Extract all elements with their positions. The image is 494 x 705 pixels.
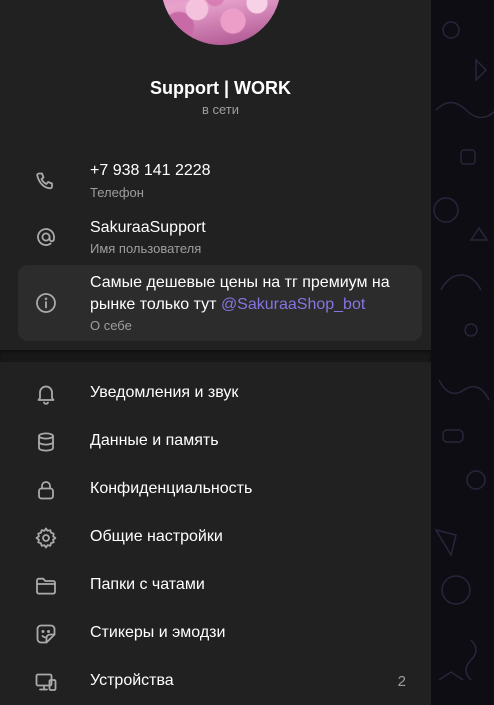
- bio-label: О себе: [90, 318, 132, 333]
- menu-item-data[interactable]: Данные и память: [18, 420, 422, 464]
- chat-wallpaper: [431, 0, 494, 705]
- devices-count-badge: 2: [397, 673, 406, 690]
- bio-mention-link[interactable]: @SakuraaShop_bot: [221, 296, 365, 313]
- profile-status: в сети: [201, 102, 240, 117]
- bio-line-2: рынке только тут @SakuraaShop_bot: [90, 294, 365, 316]
- phone-label: Телефон: [90, 185, 144, 200]
- menu-item-devices[interactable]: Устройства 2: [18, 660, 422, 704]
- folder-icon: [34, 574, 58, 598]
- username-value: SakuraaSupport: [90, 219, 206, 236]
- info-row-phone[interactable]: +7 938 141 2228 Телефон: [18, 150, 422, 204]
- menu-label: Устройства: [90, 672, 174, 689]
- bell-icon: [34, 382, 58, 406]
- menu-item-chat-folders[interactable]: Папки с чатами: [18, 564, 422, 608]
- sticker-icon: [34, 622, 58, 646]
- menu-label: Папки с чатами: [90, 576, 205, 593]
- info-row-username[interactable]: SakuraaSupport Имя пользователя: [18, 208, 422, 262]
- lock-icon: [34, 478, 58, 502]
- gear-icon: [34, 526, 58, 550]
- info-row-bio[interactable]: Самые дешевые цены на тг премиум на рынк…: [18, 265, 422, 341]
- profile-avatar[interactable]: [161, 0, 281, 45]
- menu-label: Общие настройки: [90, 528, 223, 545]
- menu-item-stickers[interactable]: Стикеры и эмодзи: [18, 612, 422, 656]
- menu-label: Данные и память: [90, 432, 219, 449]
- bio-line-1: Самые дешевые цены на тг премиум на: [90, 274, 390, 291]
- menu-label: Конфиденциальность: [90, 480, 253, 497]
- menu-item-notifications[interactable]: Уведомления и звук: [18, 372, 422, 416]
- phone-icon: [34, 170, 58, 194]
- phone-value: +7 938 141 2228: [90, 162, 211, 179]
- profile-name: Support | WORK: [149, 78, 291, 98]
- bio-text: рынке только тут: [90, 296, 221, 313]
- devices-icon: [34, 670, 58, 694]
- menu-label: Уведомления и звук: [90, 384, 239, 401]
- database-icon: [34, 430, 58, 454]
- menu-item-privacy[interactable]: Конфиденциальность: [18, 468, 422, 512]
- menu-item-general-settings[interactable]: Общие настройки: [18, 516, 422, 560]
- at-icon: [34, 225, 58, 249]
- menu-label: Стикеры и эмодзи: [90, 624, 226, 641]
- username-label: Имя пользователя: [90, 241, 202, 256]
- info-icon: [34, 291, 58, 315]
- profile-panel: Support | WORK в сети +7 938 141 2228 Те…: [0, 0, 431, 705]
- wallpaper-doodles: [433, 21, 494, 681]
- section-divider: [0, 350, 431, 362]
